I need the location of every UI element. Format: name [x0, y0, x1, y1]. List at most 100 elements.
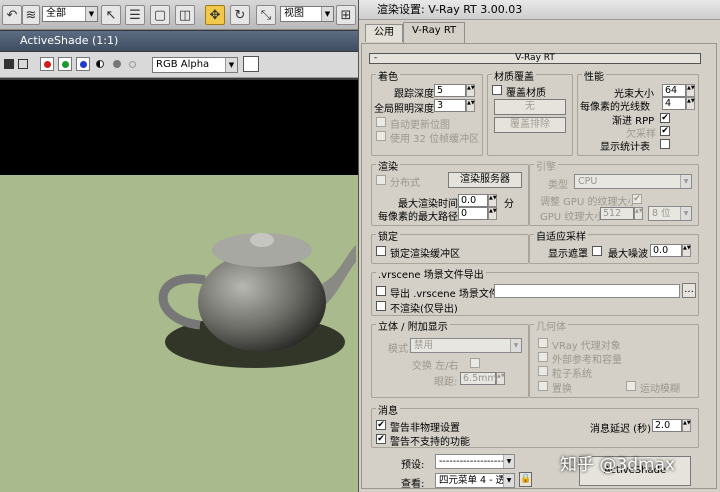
override-material-checkbox[interactable] — [492, 85, 502, 95]
warn-nonphysical-checkbox[interactable]: ✔ — [376, 420, 386, 430]
swap-left-right-checkbox[interactable] — [470, 358, 480, 368]
tab-vray-rt[interactable]: V-Ray RT — [403, 22, 466, 43]
vrscene-export-group: .vrscene 场景文件导出 导出 .vrscene 场景文件 ... 不渲染… — [371, 266, 699, 316]
minutes-unit-label: 分 — [504, 199, 514, 210]
background-color-swatch[interactable] — [243, 56, 259, 72]
undo-icon[interactable]: ↶ — [2, 5, 22, 25]
alpha-channel-icon[interactable] — [113, 60, 121, 68]
message-delay-spinner[interactable]: 2.0 ▲▼ — [652, 419, 691, 432]
collapse-toggle[interactable]: - — [374, 54, 377, 63]
override-material-none-button[interactable]: 无 — [494, 99, 566, 115]
browse-vrscene-button[interactable]: ... — [682, 283, 696, 298]
engine-type-dropdown[interactable]: CPU ▼ — [574, 174, 692, 189]
eye-distance-label: 眼距: — [434, 377, 458, 388]
xref-label: 外部参考和容量 — [552, 355, 622, 366]
select-object-icon[interactable]: ↖ — [101, 5, 121, 25]
preset-label: 预设: — [401, 460, 425, 471]
particles-checkbox[interactable] — [538, 366, 548, 376]
no-render-checkbox[interactable] — [376, 301, 386, 311]
vray-rt-rollout-header[interactable]: - V-Ray RT — [369, 53, 701, 64]
copy-icon[interactable] — [18, 59, 28, 69]
teapot-knob — [250, 233, 274, 247]
group-title: 锁定 — [376, 228, 400, 243]
use-32bit-checkbox[interactable] — [376, 131, 386, 141]
activeshade-viewport[interactable] — [0, 80, 358, 492]
selection-filter-dropdown[interactable]: 全部 ▼ — [42, 6, 98, 22]
progressive-rpp-checkbox[interactable]: ✔ — [660, 113, 670, 123]
green-channel-button[interactable] — [58, 57, 72, 71]
lock-group: 锁定 锁定渲染缓冲区 — [371, 228, 529, 264]
max-noise-spinner[interactable]: 0.0 ▲▼ — [650, 244, 691, 257]
rays-per-pixel-spinner[interactable]: 4 ▲▼ — [662, 97, 695, 110]
region-select-icon[interactable]: ▢ — [150, 5, 170, 25]
displacement-checkbox[interactable] — [538, 381, 548, 391]
group-title: 立体 / 附加显示 — [376, 318, 450, 333]
shading-group: 着色 跟踪深度 5 ▲▼ 全局照明深度 3 ▲▼ 自动更新位图 使用 32 位帧缓冲… — [371, 68, 483, 156]
red-channel-button[interactable] — [40, 57, 54, 71]
scale-icon[interactable]: ⤡ — [256, 5, 276, 25]
distributed-checkbox[interactable] — [376, 175, 386, 185]
move-icon[interactable]: ✥ — [205, 5, 225, 25]
stereo-mode-dropdown[interactable]: 禁用 ▼ — [410, 338, 522, 353]
blue-channel-button[interactable] — [76, 57, 90, 71]
motion-blur-checkbox[interactable] — [626, 381, 636, 391]
message-delay-label: 消息延迟 (秒) — [590, 424, 651, 435]
undersample-checkbox[interactable]: ✔ — [660, 126, 670, 136]
warn-unsupported-label: 警告不支持的功能 — [390, 437, 470, 448]
pivot-icon[interactable]: ⊞ — [336, 5, 356, 25]
override-exclude-button[interactable]: 覆盖排除 — [494, 117, 566, 133]
show-mask-checkbox[interactable] — [592, 246, 602, 256]
group-title: 几何体 — [534, 318, 568, 333]
rotate-icon[interactable]: ↻ — [230, 5, 250, 25]
trace-depth-spinner[interactable]: 5 ▲▼ — [434, 84, 475, 97]
render-settings-dialog: 渲染设置: V-Ray RT 3.00.03 公用 V-Ray RT - V-R… — [358, 0, 720, 492]
window-crossing-icon[interactable]: ◫ — [175, 5, 195, 25]
group-title: .vrscene 场景文件导出 — [376, 266, 486, 281]
lock-view-icon[interactable]: 🔒 — [519, 472, 532, 487]
max-render-time-spinner[interactable]: 0.0 ▲▼ — [458, 194, 497, 207]
display-channel-dropdown[interactable]: RGB Alpha ▼ — [152, 57, 238, 73]
dialog-title: 渲染设置: V-Ray RT 3.00.03 — [377, 3, 523, 16]
export-vrscene-checkbox[interactable] — [376, 286, 386, 296]
render-servers-button[interactable]: 渲染服务器 — [448, 172, 522, 188]
clear-icon[interactable] — [129, 61, 136, 68]
use-32bit-label: 使用 32 位帧缓冲区 — [390, 134, 480, 145]
lock-buffer-checkbox[interactable] — [376, 246, 386, 256]
vray-proxy-checkbox[interactable] — [538, 338, 548, 348]
warn-unsupported-checkbox[interactable]: ✔ — [376, 434, 386, 444]
engine-type-label: 类型 — [548, 180, 568, 191]
gi-depth-spinner[interactable]: 3 ▲▼ — [434, 99, 475, 112]
auto-update-bitmaps-checkbox[interactable] — [376, 117, 386, 127]
geometry-group: 几何体 VRay 代理对象 外部参考和容量 粒子系统 置换 运动模糊 — [529, 318, 699, 398]
max-paths-spinner[interactable]: 0 ▲▼ — [458, 207, 497, 220]
reference-coord-dropdown[interactable]: 视图 ▼ — [280, 6, 334, 22]
chevron-down-icon: ▼ — [225, 58, 237, 72]
show-statistics-label: 显示统计表 — [600, 142, 650, 153]
messages-group: 消息 ✔ 警告非物理设置 ✔ 警告不支持的功能 消息延迟 (秒) 2.0 ▲▼ — [371, 402, 699, 448]
chevron-down-icon: ▼ — [321, 7, 333, 21]
mono-channel-icon[interactable] — [96, 60, 104, 68]
save-icon[interactable] — [4, 59, 14, 69]
vray-proxy-label: VRay 代理对象 — [552, 341, 621, 352]
group-title: 引擎 — [534, 158, 558, 173]
xref-checkbox[interactable] — [538, 352, 548, 362]
vrscene-path-input[interactable] — [494, 284, 680, 298]
view-dropdown[interactable]: 四元菜单 4 - 透 ▼ — [435, 473, 515, 488]
group-title: 自适应采样 — [534, 228, 588, 243]
rays-spinner[interactable]: 64 ▲▼ — [662, 84, 695, 97]
resize-textures-checkbox[interactable]: ✔ — [632, 194, 642, 204]
gpu-texture-size-label: GPU 纹理大小 — [540, 212, 605, 223]
group-title: 渲染 — [376, 158, 400, 173]
eye-distance-spinner[interactable]: 6.5mm ▲▼ — [460, 372, 505, 385]
group-title: 着色 — [376, 68, 400, 83]
gpu-texture-size-spinner[interactable]: 512 ▲▼ — [600, 207, 643, 220]
engine-group: 引擎 类型 CPU ▼ 调整 GPU 的纹理大小 ✔ GPU 纹理大小 512 ▲▼… — [529, 158, 699, 226]
select-by-name-icon[interactable]: ☰ — [125, 5, 145, 25]
bind-icon[interactable]: ≋ — [22, 5, 40, 25]
gi-depth-label: 全局照明深度 — [374, 104, 434, 115]
tab-common[interactable]: 公用 — [365, 24, 403, 42]
preset-dropdown[interactable]: -------------------- ▼ — [435, 454, 515, 469]
show-statistics-checkbox[interactable] — [660, 139, 670, 149]
texture-bits-dropdown[interactable]: 8 位 ▼ — [648, 206, 692, 221]
activeshade-toolbar: RGB Alpha ▼ — [0, 52, 360, 78]
